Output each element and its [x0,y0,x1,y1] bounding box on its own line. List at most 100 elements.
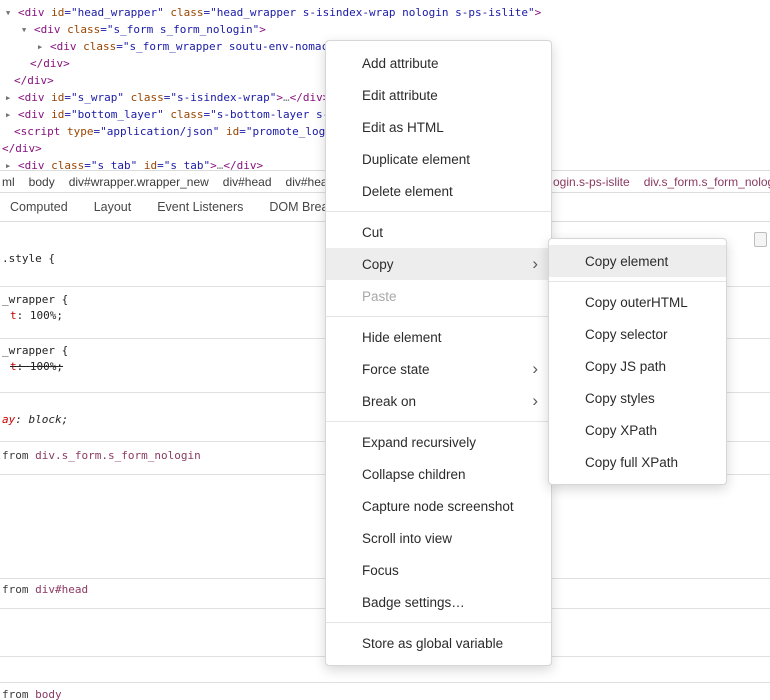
property-colon: : [17,360,30,373]
menu-item-label: Badge settings… [362,595,465,610]
code-token: > [210,159,217,170]
menu-item-label: Duplicate element [362,152,470,167]
collapse-arrow-icon[interactable]: ▼ [6,5,18,22]
node-link[interactable]: div#head [35,583,88,596]
code-token: ="application/json" [93,125,219,138]
code-token: id [219,125,239,138]
menu-item-edit-attribute[interactable]: Edit attribute [326,79,551,111]
tab-event-listeners[interactable]: Event Listeners [157,200,243,214]
property-value: 100%; [30,360,63,373]
menu-item-label: Delete element [362,184,453,199]
menu-item-store-as-global-variable[interactable]: Store as global variable [326,627,551,659]
menu-item-label: Edit as HTML [362,120,444,135]
code-token: class [77,40,117,53]
code-token: <div [18,159,45,170]
menu-item-break-on[interactable]: Break on› [326,385,551,417]
css-property[interactable]: t: 100%; [10,309,63,323]
menu-item-label: Collapse children [362,467,466,482]
breadcrumb-item[interactable]: div#wrapper.wrapper_new [69,175,209,189]
property-colon: : [15,413,28,426]
menu-item-capture-node-screenshot[interactable]: Capture node screenshot [326,490,551,522]
breadcrumb-item[interactable]: div.s_form.s_form_nolog [644,175,770,189]
breadcrumb-item[interactable]: ogin.s-ps-islite [553,175,630,189]
property-name: t [10,360,17,373]
inherited-from-label: from div#head [2,583,88,597]
menu-item-paste: Paste [326,280,551,312]
code-token: ="s_form_wrapper soutu-env-nomac [116,40,328,53]
menu-item-copy-outerhtml[interactable]: Copy outerHTML [549,286,726,318]
selector-text: _wrapper { [2,344,68,357]
menu-item-copy-selector[interactable]: Copy selector [549,318,726,350]
css-property[interactable]: t: 100%; [10,360,63,374]
menu-item-collapse-children[interactable]: Collapse children [326,458,551,490]
menu-item-copy-styles[interactable]: Copy styles [549,382,726,414]
collapse-arrow-icon[interactable]: ▼ [22,22,34,39]
menu-item-label: Focus [362,563,399,578]
menu-item-badge-settings[interactable]: Badge settings… [326,586,551,618]
code-token: class [61,23,101,36]
menu-item-copy-element[interactable]: Copy element [549,245,726,277]
inherited-prefix: from [2,688,35,700]
tab-computed[interactable]: Computed [10,200,68,214]
code-token: </div> [30,57,70,70]
css-property[interactable]: ay: block; [2,413,68,427]
code-token: … [283,91,290,104]
code-token: ="s-isindex-wrap" [164,91,277,104]
menu-item-label: Capture node screenshot [362,499,514,514]
menu-item-delete-element[interactable]: Delete element [326,175,551,207]
menu-item-cut[interactable]: Cut [326,216,551,248]
menu-item-duplicate-element[interactable]: Duplicate element [326,143,551,175]
tree-line[interactable]: ▼<div id="head_wrapper" class="head_wrap… [0,4,770,21]
expand-arrow-icon[interactable]: ▶ [6,107,18,124]
tree-line[interactable]: ▼<div class="s_form s_form_nologin"> [0,21,770,38]
menu-item-label: Copy selector [585,327,668,342]
node-link[interactable]: div.s_form.s_form_nologin [35,449,201,462]
css-selector[interactable]: _wrapper { [2,293,68,307]
code-token: > [276,91,283,104]
breadcrumb-right: ogin.s-ps-islite div.s_form.s_form_nolog [553,171,770,192]
menu-item-focus[interactable]: Focus [326,554,551,586]
menu-item-edit-as-html[interactable]: Edit as HTML [326,111,551,143]
menu-item-add-attribute[interactable]: Add attribute [326,47,551,79]
code-token: id [45,108,65,121]
menu-item-expand-recursively[interactable]: Expand recursively [326,426,551,458]
menu-item-label: Expand recursively [362,435,476,450]
styles-toolbar-button[interactable] [754,232,767,247]
menu-item-scroll-into-view[interactable]: Scroll into view [326,522,551,554]
menu-item-copy-xpath[interactable]: Copy XPath [549,414,726,446]
code-token: <div [34,23,61,36]
menu-item-force-state[interactable]: Force state› [326,353,551,385]
code-token: id [45,6,65,19]
breadcrumb-item[interactable]: ml [2,175,15,189]
devtools-window: ▼<div id="head_wrapper" class="head_wrap… [0,0,770,700]
menu-separator [326,211,551,212]
inherited-prefix: from [2,583,35,596]
code-token: id [45,91,65,104]
breadcrumb-item[interactable]: body [29,175,55,189]
expand-arrow-icon[interactable]: ▶ [6,158,18,170]
code-token: class [164,108,204,121]
menu-item-label: Force state [362,362,430,377]
menu-item-copy-full-xpath[interactable]: Copy full XPath [549,446,726,478]
css-selector[interactable]: .style { [2,252,55,266]
code-token: <div [18,108,45,121]
menu-separator [326,421,551,422]
menu-item-copy-js-path[interactable]: Copy JS path [549,350,726,382]
expand-arrow-icon[interactable]: ▶ [38,39,50,56]
submenu-chevron-icon: › [532,255,538,272]
menu-item-label: Edit attribute [362,88,438,103]
menu-item-hide-element[interactable]: Hide element [326,321,551,353]
css-selector[interactable]: _wrapper { [2,344,68,358]
expand-arrow-icon[interactable]: ▶ [6,90,18,107]
menu-item-label: Hide element [362,330,442,345]
code-token: type [60,125,93,138]
menu-item-label: Copy [362,257,394,272]
code-token: </div> [2,142,42,155]
menu-item-copy[interactable]: Copy › [326,248,551,280]
menu-item-label: Copy JS path [585,359,666,374]
node-link[interactable]: body [35,688,62,700]
code-token: </div> [14,74,54,87]
tab-layout[interactable]: Layout [94,200,132,214]
breadcrumb-item[interactable]: div#head [223,175,272,189]
submenu-chevron-icon: › [532,392,538,409]
